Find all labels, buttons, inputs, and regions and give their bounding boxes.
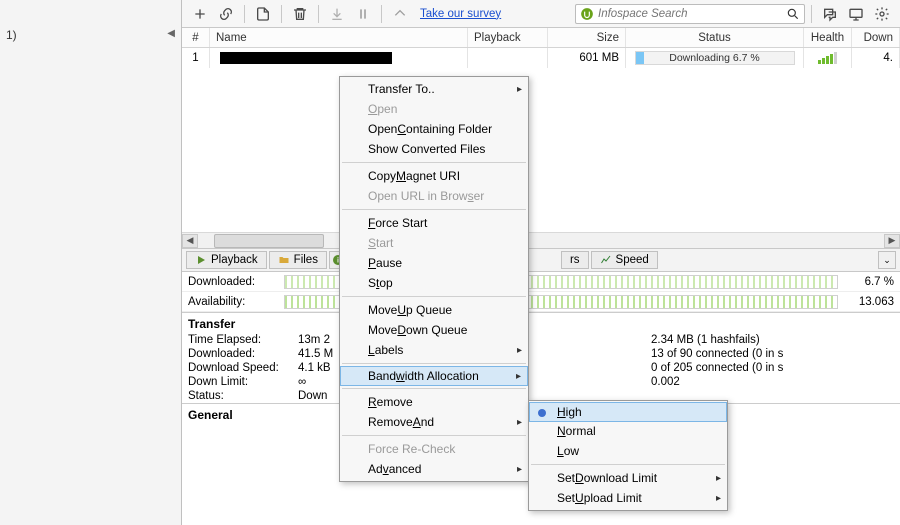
left-sidebar: 1) ◀: [0, 0, 182, 525]
row-number: 1: [182, 48, 210, 68]
search-input[interactable]: [598, 8, 786, 20]
side-label: 1): [6, 28, 17, 42]
col-name[interactable]: Name: [210, 28, 468, 47]
col-health[interactable]: Health: [804, 28, 852, 47]
menu-item[interactable]: Set Download Limit: [529, 468, 727, 488]
remote-icon[interactable]: [844, 3, 868, 25]
menu-item: Open URL in Browser: [340, 186, 528, 206]
menu-item[interactable]: Set Upload Limit: [529, 488, 727, 508]
menu-item[interactable]: Low: [529, 441, 727, 461]
menu-item: Force Re-Check: [340, 439, 528, 459]
menu-item: Open: [340, 99, 528, 119]
row-down: 4.: [852, 48, 900, 68]
menu-item[interactable]: Pause: [340, 253, 528, 273]
scroll-right-arrow[interactable]: ▶: [884, 234, 900, 248]
create-torrent-button[interactable]: [251, 3, 275, 25]
utorrent-logo-icon: [580, 7, 594, 21]
col-status[interactable]: Status: [626, 28, 804, 47]
menu-item[interactable]: Remove: [340, 392, 528, 412]
tab-peers-partial[interactable]: rs: [561, 251, 589, 269]
menu-item[interactable]: Advanced: [340, 459, 528, 479]
menu-item[interactable]: Transfer To..: [340, 79, 528, 99]
torrent-table-body: 1 601 MB Downloading 6.7 % 4.: [182, 48, 900, 248]
pieces-availability-row: Availability: 13.063: [182, 292, 900, 312]
tab-playback[interactable]: Playback: [186, 251, 267, 269]
col-playback[interactable]: Playback: [468, 28, 548, 47]
section-transfer: Transfer: [182, 312, 900, 333]
torrent-table-header: # Name Playback Size Status Health Down: [182, 28, 900, 48]
table-row[interactable]: 1 601 MB Downloading 6.7 % 4.: [182, 48, 900, 68]
col-number[interactable]: #: [182, 28, 210, 47]
toolbar: Take our survey: [182, 0, 900, 28]
col-size[interactable]: Size: [548, 28, 626, 47]
context-menu[interactable]: Transfer To..OpenOpen Containing FolderS…: [339, 76, 529, 482]
scroll-left-arrow[interactable]: ◀: [182, 234, 198, 248]
search-box[interactable]: [575, 4, 805, 24]
settings-icon[interactable]: [870, 3, 894, 25]
lower-tabstrip: Playback Files i rs Speed ⌄: [182, 248, 900, 272]
move-up-button[interactable]: [388, 3, 412, 25]
tab-files[interactable]: Files: [269, 251, 327, 269]
add-torrent-button[interactable]: [188, 3, 212, 25]
bandwidth-submenu[interactable]: HighNormalLow Set Download LimitSet Uploa…: [528, 400, 728, 511]
search-icon[interactable]: [786, 7, 800, 21]
download-progress: Downloading 6.7 %: [635, 51, 795, 65]
menu-item[interactable]: Stop: [340, 273, 528, 293]
menu-item[interactable]: Bandwidth Allocation: [340, 366, 528, 386]
collapse-icon[interactable]: ◀: [167, 28, 175, 39]
pause-button[interactable]: [351, 3, 375, 25]
menu-item[interactable]: Show Converted Files: [340, 139, 528, 159]
menu-item: Start: [340, 233, 528, 253]
survey-link[interactable]: Take our survey: [420, 8, 501, 20]
scrollbar-thumb[interactable]: [214, 234, 324, 248]
menu-item[interactable]: Copy Magnet URI: [340, 166, 528, 186]
start-button[interactable]: [325, 3, 349, 25]
row-size: 601 MB: [548, 48, 626, 68]
menu-item[interactable]: Move Up Queue: [340, 300, 528, 320]
menu-item[interactable]: Normal: [529, 421, 727, 441]
menu-item[interactable]: High: [529, 402, 727, 422]
menu-item[interactable]: Remove And: [340, 412, 528, 432]
feedback-icon[interactable]: [818, 3, 842, 25]
horizontal-scrollbar[interactable]: ◀ ▶: [182, 232, 900, 248]
chevron-down-icon[interactable]: ⌄: [878, 251, 896, 269]
delete-button[interactable]: [288, 3, 312, 25]
menu-item[interactable]: Open Containing Folder: [340, 119, 528, 139]
menu-item[interactable]: Labels: [340, 340, 528, 360]
progress-text: Downloading 6.7 %: [669, 52, 759, 64]
col-down[interactable]: Down: [852, 28, 900, 47]
pieces-downloaded-row: Downloaded: 6.7 %: [182, 272, 900, 292]
add-url-button[interactable]: [214, 3, 238, 25]
menu-item[interactable]: Move Down Queue: [340, 320, 528, 340]
transfer-grid: Time Elapsed:13m 2 2.34 MB (1 hashfails)…: [182, 333, 900, 403]
tab-speed[interactable]: Speed: [591, 251, 658, 269]
health-icon: [818, 52, 837, 64]
menu-item[interactable]: Force Start: [340, 213, 528, 233]
torrent-name-redacted: [220, 52, 392, 64]
